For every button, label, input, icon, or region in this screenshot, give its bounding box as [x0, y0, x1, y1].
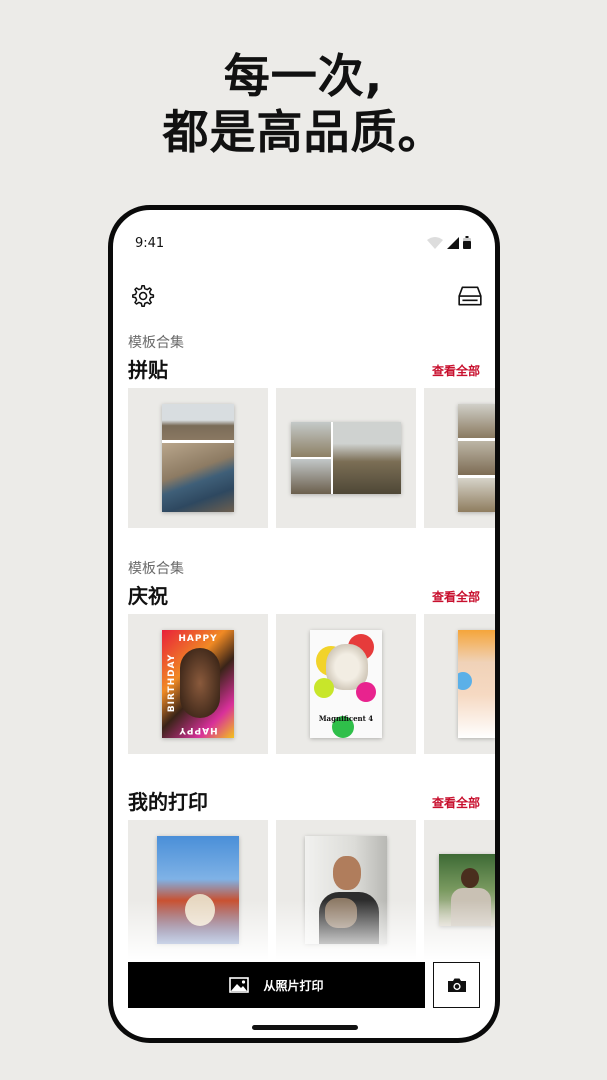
print-from-photos-label: 从照片打印 — [263, 978, 324, 993]
face-shape — [333, 856, 361, 890]
app-screen: 9:41 模板合集 拼贴 查看全部 模板合集 庆祝 查看全部 HAPPY BIR… — [113, 210, 495, 1038]
see-all-celebrate-link[interactable]: 查看全部 — [432, 588, 480, 605]
balloon-pink — [356, 682, 376, 702]
camera-button[interactable] — [433, 962, 480, 1008]
section-subtitle: 模板合集 — [128, 561, 184, 577]
portrait-shape — [180, 648, 220, 718]
home-indicator[interactable] — [252, 1025, 358, 1030]
phone-frame: 9:41 模板合集 拼贴 查看全部 模板合集 庆祝 查看全部 HAPPY BIR… — [108, 205, 500, 1043]
baby-thumbnail — [458, 630, 495, 738]
celebrate-card-row: HAPPY BIRTHDAY HAPPY Magnificent 4 — [128, 614, 495, 754]
gear-icon[interactable] — [129, 283, 155, 309]
balloon-lime — [314, 678, 334, 698]
headline-line-2: 都是高品质。 — [162, 105, 445, 159]
camera-icon — [447, 978, 466, 992]
baby-card[interactable] — [424, 614, 495, 754]
see-all-collage-link[interactable]: 查看全部 — [432, 362, 480, 379]
battery-icon — [463, 236, 471, 249]
see-all-prints-link[interactable]: 查看全部 — [432, 794, 480, 811]
face-shape — [461, 868, 479, 888]
print-from-photos-button[interactable]: 从照片打印 — [128, 962, 425, 1008]
collage-thumbnail — [291, 422, 401, 494]
collage-card-1[interactable] — [128, 388, 268, 528]
dog-card[interactable]: Magnificent 4 — [276, 614, 416, 754]
status-icons — [427, 236, 471, 249]
dog-thumbnail: Magnificent 4 — [310, 630, 382, 738]
birthday-bottom-text: HAPPY — [178, 725, 218, 735]
collage-thumbnail — [162, 404, 234, 512]
signal-icon — [447, 236, 459, 249]
status-time: 9:41 — [135, 236, 165, 251]
scroll-fade — [113, 900, 495, 960]
marketing-headline: 每一次, 都是高品质。 — [0, 48, 607, 160]
birthday-top-text: HAPPY — [178, 634, 218, 644]
birthday-side-text: BIRTHDAY — [167, 653, 177, 713]
collage-thumbnail — [458, 404, 495, 512]
wifi-icon — [427, 236, 443, 249]
section-subtitle: 模板合集 — [128, 335, 184, 351]
birthday-thumbnail: HAPPY BIRTHDAY HAPPY — [162, 630, 234, 738]
balloon-blue — [458, 672, 472, 690]
collage-card-row — [128, 388, 495, 528]
birthday-card[interactable]: HAPPY BIRTHDAY HAPPY — [128, 614, 268, 754]
headline-line-1: 每一次, — [223, 49, 384, 103]
collage-card-2[interactable] — [276, 388, 416, 528]
collage-card-3[interactable] — [424, 388, 495, 528]
dog-caption: Magnificent 4 — [318, 714, 374, 723]
printer-icon[interactable] — [457, 283, 483, 309]
image-icon — [229, 977, 250, 993]
